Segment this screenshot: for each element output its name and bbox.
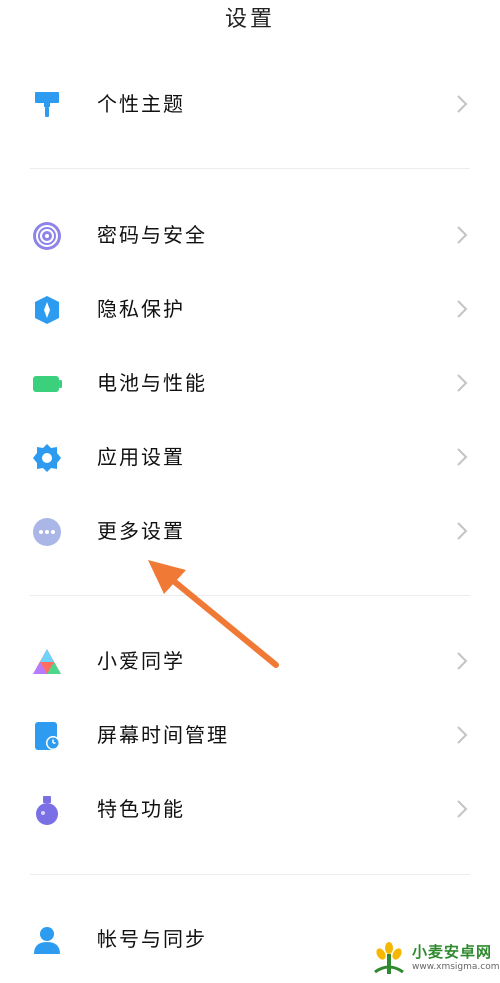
settings-item-battery[interactable]: 电池与性能 (0, 350, 500, 416)
settings-item-label: 帐号与同步 (97, 927, 207, 951)
section-divider (30, 168, 470, 169)
chevron-right-icon (457, 448, 468, 466)
settings-item-label: 小爱同学 (97, 649, 185, 673)
section-divider (30, 595, 470, 596)
more-dots-icon (33, 518, 61, 546)
settings-item-label: 应用设置 (97, 445, 185, 469)
chevron-right-icon (457, 374, 468, 392)
wheat-logo-icon (374, 942, 404, 974)
settings-item-more-settings[interactable]: 更多设置 (0, 498, 500, 564)
chevron-right-icon (457, 226, 468, 244)
settings-item-app-settings[interactable]: 应用设置 (0, 424, 500, 490)
screen-time-icon (35, 722, 60, 750)
section-divider (30, 874, 470, 875)
fingerprint-icon (33, 222, 61, 250)
settings-item-label: 个性主题 (97, 92, 185, 116)
battery-icon (33, 376, 62, 392)
settings-item-theme[interactable]: 个性主题 (0, 71, 500, 137)
watermark-brand: 小麦安卓网 (412, 943, 493, 961)
settings-item-label: 特色功能 (97, 797, 185, 821)
flask-icon (36, 796, 58, 825)
chevron-right-icon (457, 522, 468, 540)
gear-icon (33, 444, 61, 472)
settings-item-special-features[interactable]: 特色功能 (0, 776, 500, 842)
settings-item-label: 电池与性能 (97, 371, 207, 395)
chevron-right-icon (457, 300, 468, 318)
chevron-right-icon (457, 726, 468, 744)
paint-brush-icon (35, 92, 59, 117)
settings-item-label: 更多设置 (97, 519, 185, 543)
page-title: 设置 (224, 7, 275, 32)
xiaoai-icon (33, 649, 61, 674)
user-icon (34, 927, 60, 954)
settings-item-password-security[interactable]: 密码与安全 (0, 202, 500, 268)
settings-item-label: 隐私保护 (97, 297, 185, 321)
chevron-right-icon (457, 652, 468, 670)
chevron-right-icon (457, 800, 468, 818)
chevron-right-icon (457, 95, 468, 113)
watermark: 小麦安卓网 www.xmsigma.com (368, 938, 500, 982)
settings-item-screen-time[interactable]: 屏幕时间管理 (0, 702, 500, 768)
settings-item-xiaoai[interactable]: 小爱同学 (0, 628, 500, 694)
settings-item-label: 屏幕时间管理 (97, 723, 229, 747)
privacy-shield-icon (35, 296, 59, 324)
watermark-url: www.xmsigma.com (412, 962, 500, 972)
settings-item-privacy[interactable]: 隐私保护 (0, 276, 500, 342)
settings-item-label: 密码与安全 (97, 223, 207, 247)
